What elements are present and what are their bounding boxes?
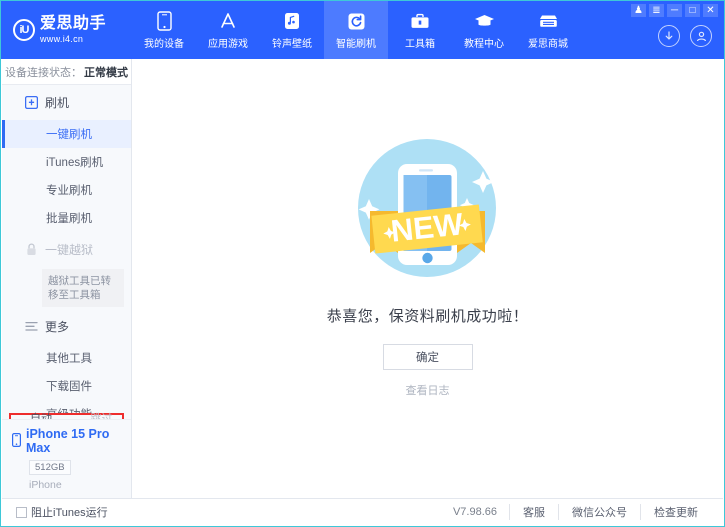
sidebar-group-label: 刷机	[45, 96, 70, 110]
phone-icon	[156, 10, 172, 32]
checkbox-box	[16, 506, 27, 518]
connection-status-value: 正常模式	[84, 66, 128, 79]
sidebar-group-flash: 刷机	[2, 85, 131, 120]
brand-url: www.i4.cn	[40, 34, 84, 44]
download-icon[interactable]	[658, 25, 680, 47]
nav-item-store[interactable]: 爱思商城	[516, 1, 580, 59]
toolbox-icon	[410, 10, 430, 32]
brand-logo: iU 爱思助手 www.i4.cn	[1, 1, 132, 59]
app-window: iU 爱思助手 www.i4.cn 我的设备 应用游戏 铃声壁纸 智能刷机 工具…	[0, 0, 725, 527]
brand-mark-icon: iU	[13, 19, 35, 41]
appstore-icon	[218, 10, 238, 32]
shop-icon	[538, 10, 559, 32]
close-button[interactable]: ✕	[703, 4, 718, 17]
check-update-link[interactable]: 检查更新	[640, 504, 711, 520]
maximize-button[interactable]: □	[685, 4, 700, 17]
menu-icon[interactable]: ≣	[649, 4, 664, 17]
device-name-row: iPhone 15 Pro Max	[12, 427, 131, 455]
phone-small-icon	[12, 432, 22, 450]
nav-label: 爱思商城	[528, 39, 568, 50]
sidebar-item-other-tools[interactable]: 其他工具	[2, 344, 131, 372]
minimize-button[interactable]: ─	[667, 4, 682, 17]
customer-service-link[interactable]: 客服	[509, 504, 558, 520]
version-label: V7.98.66	[452, 506, 497, 518]
nav-item-apps-games[interactable]: 应用游戏	[196, 1, 260, 59]
sidebar-group-label: 一键越狱	[45, 243, 94, 257]
nav-item-ringtones-wallpapers[interactable]: 铃声壁纸	[260, 1, 324, 59]
checkbox-label: 阻止iTunes运行	[31, 507, 108, 519]
main-content: NEW 恭喜您，保资料刷机成功啦！ 确定 查看日志	[132, 59, 723, 499]
sidebar-item-one-key-flash[interactable]: 一键刷机	[2, 120, 131, 148]
music-icon	[284, 10, 300, 32]
list-icon	[24, 320, 38, 334]
lock-icon	[24, 243, 38, 257]
jailbreak-moved-tip: 越狱工具已转移至工具箱	[42, 269, 124, 307]
nav-label: 智能刷机	[336, 39, 376, 50]
graduation-icon	[474, 10, 495, 32]
status-bar-right: V7.98.66 客服 微信公众号 检查更新	[453, 504, 711, 520]
sidebar-group-more: 更多	[2, 309, 131, 344]
sidebar-item-label: 专业刷机	[46, 185, 92, 197]
sidebar-group-label: 更多	[45, 320, 70, 334]
nav-label: 工具箱	[405, 39, 435, 50]
sidebar-item-label: 下载固件	[46, 381, 92, 393]
block-itunes-checkbox[interactable]: 阻止iTunes运行	[16, 504, 108, 520]
wechat-official-link[interactable]: 微信公众号	[558, 504, 640, 520]
sidebar-item-itunes-flash[interactable]: iTunes刷机	[2, 148, 131, 176]
sidebar-item-label: 批量刷机	[46, 213, 92, 225]
view-log-link[interactable]: 查看日志	[406, 382, 450, 398]
nav-label: 应用游戏	[208, 39, 248, 50]
flash-device-icon	[24, 96, 38, 110]
skin-icon[interactable]: ♟	[631, 4, 646, 17]
app-header: iU 爱思助手 www.i4.cn 我的设备 应用游戏 铃声壁纸 智能刷机 工具…	[1, 1, 724, 59]
nav-label: 铃声壁纸	[272, 39, 312, 50]
sidebar-group-jailbreak: 一键越狱	[2, 232, 131, 267]
header-actions	[658, 25, 712, 47]
success-message: 恭喜您，保资料刷机成功啦！	[326, 308, 529, 325]
nav-label: 教程中心	[464, 39, 504, 50]
device-name: iPhone 15 Pro Max	[26, 427, 110, 455]
sidebar: 设备连接状态： 正常模式 刷机 一键刷机 iTunes刷机 专业刷机 批量刷机 …	[2, 59, 132, 499]
sidebar-item-label: 其他工具	[46, 353, 92, 365]
account-icon[interactable]	[690, 25, 712, 47]
sidebar-item-batch-flash[interactable]: 批量刷机	[2, 204, 131, 232]
nav-item-smart-flash[interactable]: 智能刷机	[324, 1, 388, 59]
main-nav: 我的设备 应用游戏 铃声壁纸 智能刷机 工具箱 教程中心 爱思商城	[132, 1, 580, 59]
nav-item-toolbox[interactable]: 工具箱	[388, 1, 452, 59]
connection-status-label: 设备连接状态：	[5, 66, 82, 79]
device-info-panel[interactable]: iPhone 15 Pro Max 512GB iPhone	[2, 419, 131, 499]
status-bar: 阻止iTunes运行 V7.98.66 客服 微信公众号 检查更新	[2, 498, 723, 525]
sidebar-item-label: 一键刷机	[46, 129, 92, 141]
device-capacity: 512GB	[29, 460, 71, 475]
sidebar-item-pro-flash[interactable]: 专业刷机	[2, 176, 131, 204]
refresh-icon	[348, 10, 365, 32]
brand-name: 爱思助手	[40, 15, 107, 32]
device-type: iPhone	[29, 479, 62, 491]
sidebar-item-download-firmware[interactable]: 下载固件	[2, 372, 131, 400]
confirm-button[interactable]: 确定	[382, 344, 473, 370]
window-controls: ♟ ≣ ─ □ ✕	[631, 4, 718, 17]
nav-item-my-device[interactable]: 我的设备	[132, 1, 196, 59]
connection-status: 设备连接状态： 正常模式	[2, 59, 131, 85]
nav-label: 我的设备	[144, 39, 184, 50]
nav-item-tutorial-center[interactable]: 教程中心	[452, 1, 516, 59]
sidebar-item-label: iTunes刷机	[46, 157, 104, 169]
new-phone-badge-illustration: NEW	[340, 131, 515, 291]
